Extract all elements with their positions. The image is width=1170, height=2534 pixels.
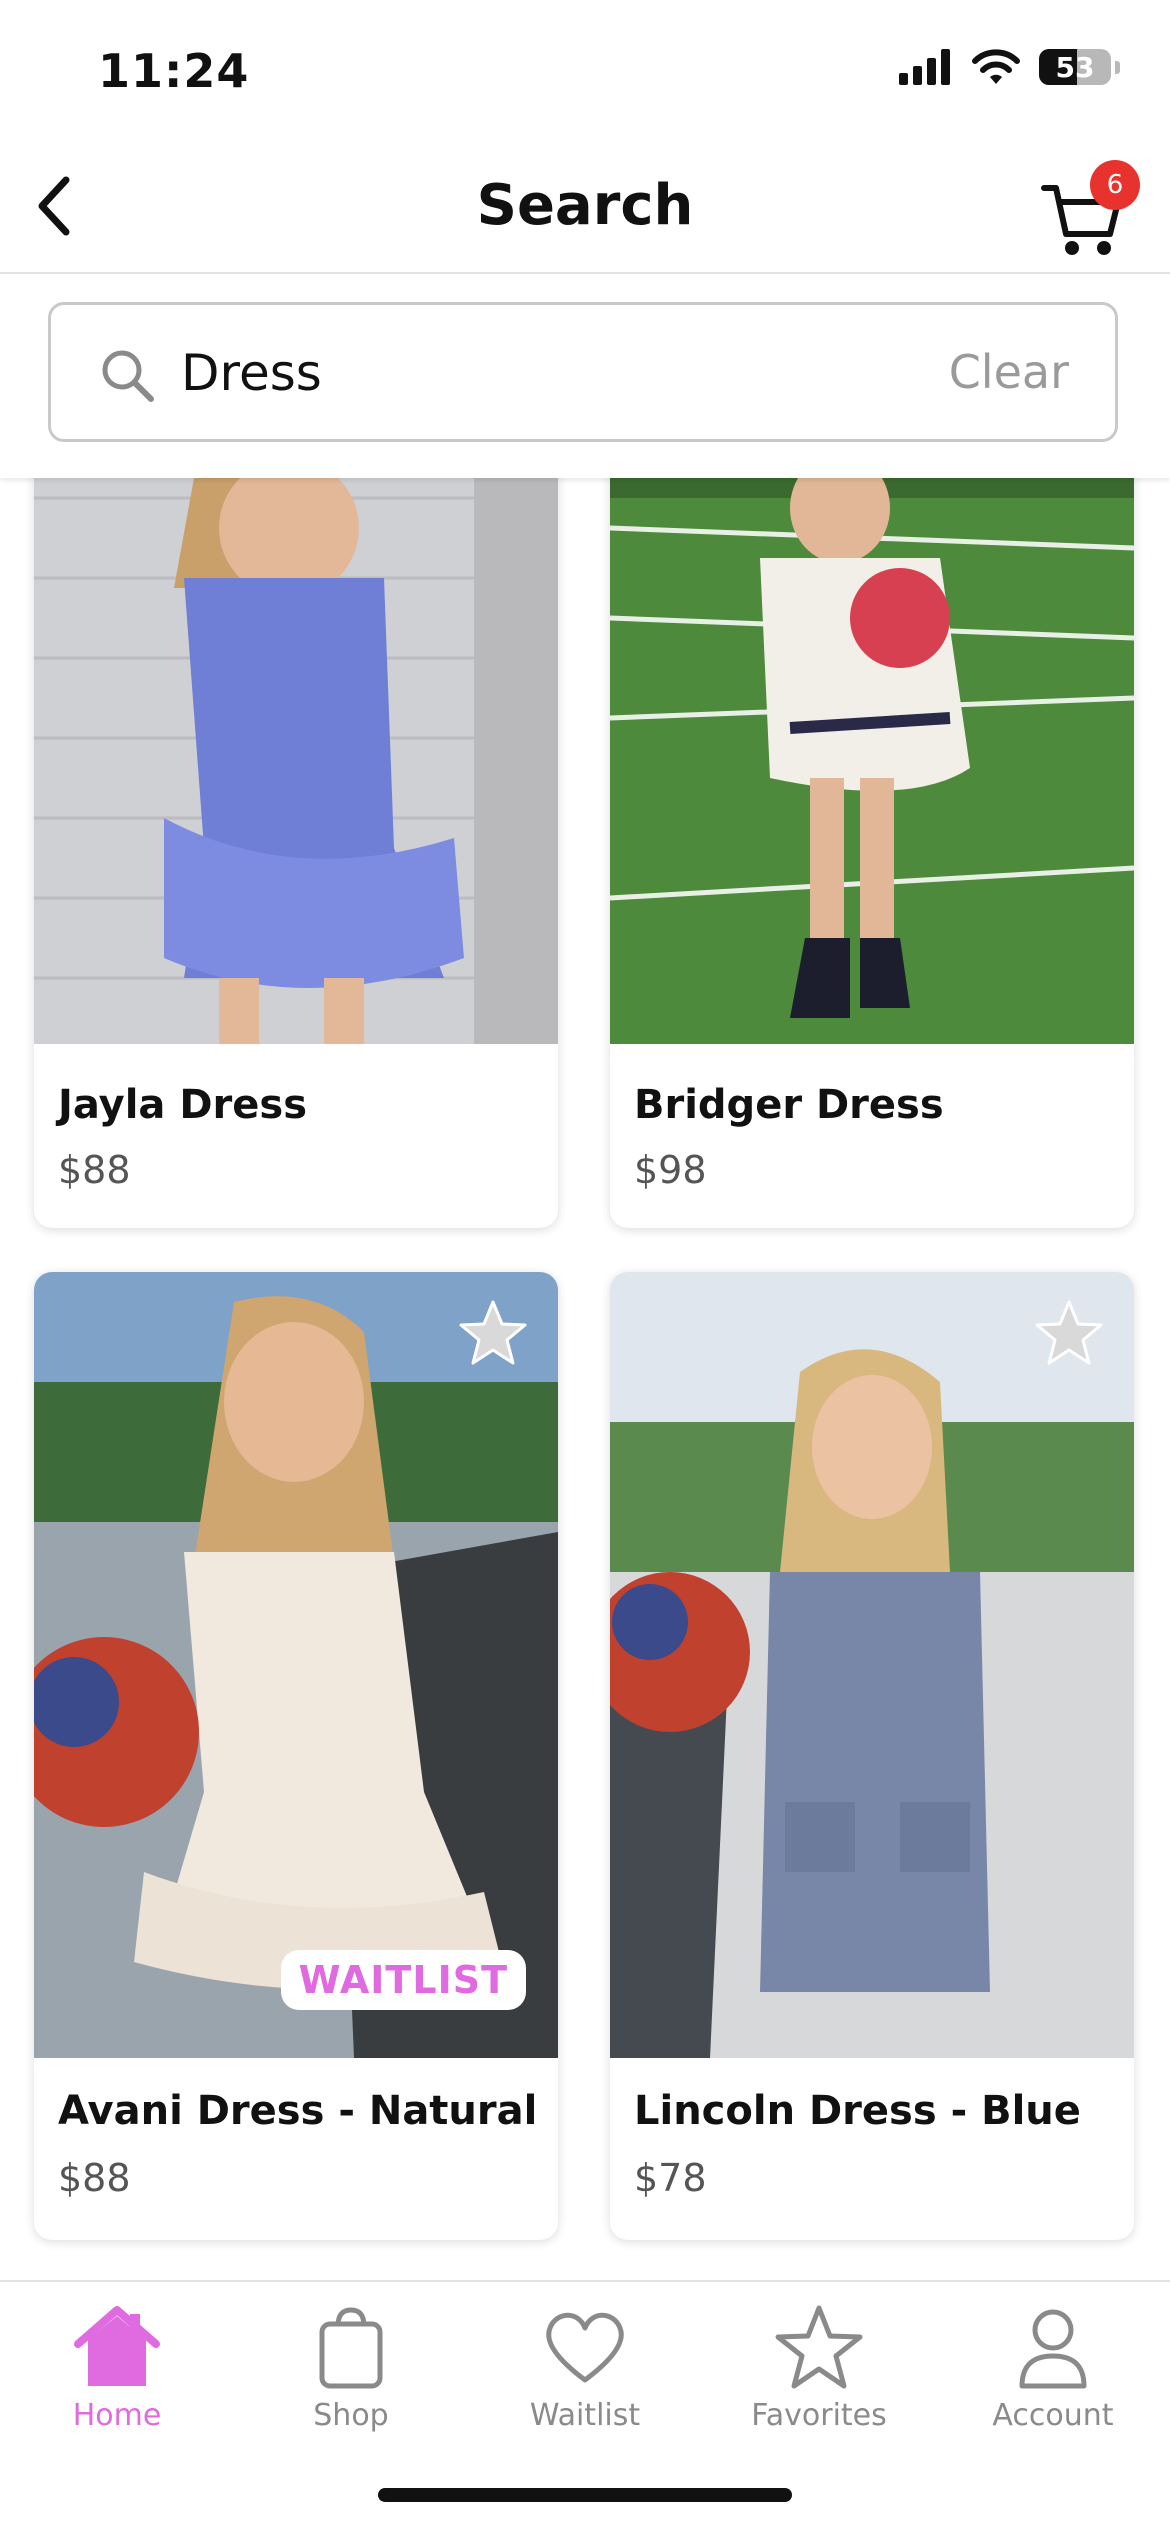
tab-favorites[interactable]: Favorites <box>702 2302 936 2433</box>
tab-label: Shop <box>313 2398 389 2433</box>
cart-button[interactable]: 6 <box>1040 160 1140 260</box>
tab-label: Home <box>72 2398 162 2433</box>
product-card[interactable]: WAITLIST Avani Dress - Natural $88 <box>34 1272 558 2240</box>
shopping-bag-icon <box>319 2307 383 2389</box>
product-image: WAITLIST <box>34 1272 558 2058</box>
product-price: $88 <box>58 2156 131 2200</box>
tab-waitlist[interactable]: Waitlist <box>468 2302 702 2433</box>
search-input[interactable] <box>181 335 961 411</box>
clear-button[interactable]: Clear <box>949 345 1069 399</box>
tab-shop[interactable]: Shop <box>234 2302 468 2433</box>
search-icon <box>102 350 154 402</box>
battery-cap <box>1115 60 1120 74</box>
product-name: Bridger Dress <box>634 1082 944 1128</box>
tab-home[interactable]: Home <box>0 2302 234 2433</box>
battery-icon: 53 <box>1039 49 1111 85</box>
product-name: Lincoln Dress - Blue <box>634 2088 1081 2134</box>
cellular-signal-icon <box>899 49 950 85</box>
tab-account[interactable]: Account <box>936 2302 1170 2433</box>
star-icon <box>775 2305 863 2389</box>
person-icon <box>1019 2309 1087 2389</box>
product-image <box>610 1272 1134 2058</box>
product-card[interactable]: Bridger Dress $98 <box>610 478 1134 1228</box>
home-icon <box>74 2306 160 2386</box>
search-area: Clear <box>0 274 1170 478</box>
favorite-star-icon[interactable] <box>1034 1298 1104 1368</box>
page-title: Search <box>476 173 694 238</box>
battery-percent: 53 <box>1055 50 1095 84</box>
status-bar: 11:24 53 <box>0 0 1170 140</box>
search-box[interactable]: Clear <box>48 302 1118 442</box>
product-image <box>610 478 1134 1044</box>
tab-label: Waitlist <box>529 2398 641 2433</box>
favorite-star-icon[interactable] <box>458 1298 528 1368</box>
product-price: $78 <box>634 2156 707 2200</box>
tab-label: Account <box>992 2398 1114 2433</box>
tab-label: Favorites <box>751 2398 887 2433</box>
product-card[interactable]: Jayla Dress $88 <box>34 478 558 1228</box>
product-name: Avani Dress - Natural <box>58 2088 538 2134</box>
product-name: Jayla Dress <box>58 1082 308 1128</box>
heart-icon <box>546 2312 624 2383</box>
product-price: $88 <box>58 1148 131 1192</box>
home-indicator[interactable] <box>378 2488 792 2502</box>
status-time: 11:24 <box>98 44 250 98</box>
status-icons: 53 <box>899 48 1120 86</box>
cart-count-badge: 6 <box>1090 160 1140 210</box>
wifi-icon <box>972 49 1020 84</box>
nav-header: Search 6 <box>0 140 1170 274</box>
product-image <box>34 478 558 1044</box>
waitlist-badge: WAITLIST <box>280 1950 526 2010</box>
product-card[interactable]: Lincoln Dress - Blue $78 <box>610 1272 1134 2240</box>
product-price: $98 <box>634 1148 707 1192</box>
product-grid: Jayla Dress $88 Bridger Dress $98 WAITLI… <box>0 478 1170 2280</box>
